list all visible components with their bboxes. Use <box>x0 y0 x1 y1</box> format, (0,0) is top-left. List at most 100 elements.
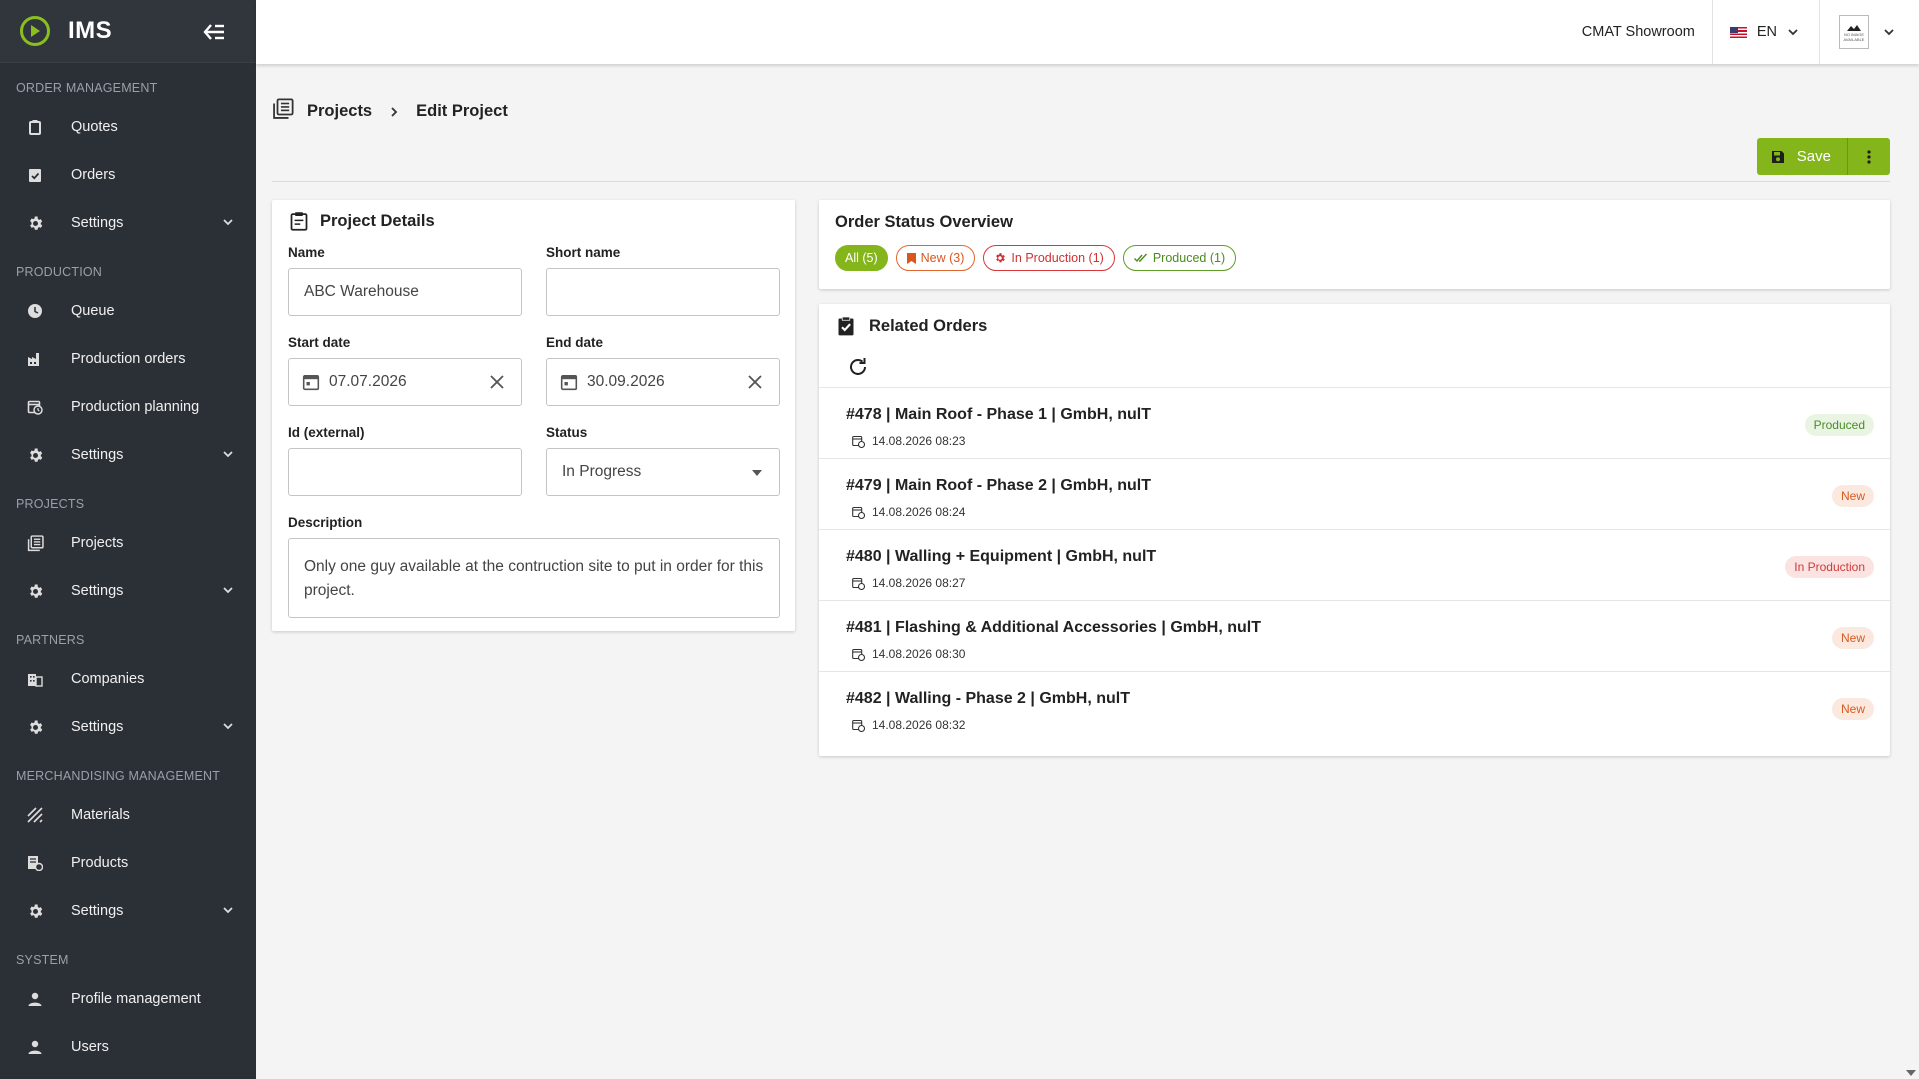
start-date-label: Start date <box>288 335 351 350</box>
sidebar-item-label: Production planning <box>71 399 200 415</box>
nav-section-system: SYSTEM <box>16 953 69 967</box>
calendar-sync-icon <box>852 435 865 448</box>
sidebar-item-production-orders[interactable]: Production orders <box>0 335 256 383</box>
bookmark-icon <box>906 252 916 264</box>
sidebar-item-label: Production orders <box>71 351 186 367</box>
nav-section-order-management: ORDER MANAGEMENT <box>16 81 158 95</box>
order-title: #480 | Walling + Equipment | GmbH, nulT <box>846 548 1157 565</box>
end-date-field[interactable]: 30.09.2026 <box>546 358 780 406</box>
filter-chip-new[interactable]: New (3) <box>895 245 976 271</box>
sidebar-item-settings-merchandising[interactable]: Settings <box>0 887 256 935</box>
clipboard-text-icon <box>290 212 308 231</box>
sidebar-item-label: Quotes <box>71 119 118 135</box>
floppy-disk-icon <box>1771 150 1784 163</box>
avatar: NO IMAGE AVAILABLE <box>1839 15 1869 49</box>
status-select[interactable]: In Progress <box>546 448 780 496</box>
sidebar-item-settings-partners[interactable]: Settings <box>0 703 256 751</box>
clear-start-date-icon[interactable] <box>489 374 505 390</box>
refresh-icon <box>850 358 866 375</box>
sidebar-item-label: Settings <box>71 903 124 919</box>
order-date-value: 14.08.2026 08:23 <box>872 434 966 448</box>
save-button[interactable]: Save <box>1756 138 1847 175</box>
sidebar-item-users[interactable]: Users <box>0 1023 256 1071</box>
status-badge: New <box>1831 485 1874 507</box>
nav-section-production: PRODUCTION <box>16 265 103 279</box>
calendar-sync-icon <box>852 506 865 519</box>
gear-icon <box>26 446 44 464</box>
sidebar-item-settings-projects[interactable]: Settings <box>0 567 256 615</box>
sidebar-item-materials[interactable]: Materials <box>0 791 256 839</box>
short-name-field[interactable] <box>546 268 780 316</box>
clear-end-date-icon[interactable] <box>747 374 763 390</box>
dropdown-arrow-icon <box>752 470 762 476</box>
order-date: 14.08.2026 08:27 <box>852 576 965 590</box>
name-label: Name <box>288 245 325 260</box>
user-menu[interactable]: NO IMAGE AVAILABLE <box>1820 0 1919 64</box>
sidebar-item-label: Settings <box>71 447 124 463</box>
external-id-label: Id (external) <box>288 425 365 440</box>
sidebar-item-queue[interactable]: Queue <box>0 287 256 335</box>
order-status-overview-title: Order Status Overview <box>835 213 1013 231</box>
list-item[interactable]: #479 | Main Roof - Phase 2 | GmbH, nulT … <box>819 458 1890 529</box>
calendar-icon <box>560 373 578 391</box>
chip-label: Produced (1) <box>1152 251 1226 265</box>
language-label: EN <box>1756 24 1777 40</box>
person-icon <box>26 990 44 1008</box>
sidebar-item-settings-production[interactable]: Settings <box>0 431 256 479</box>
refresh-button[interactable] <box>847 356 869 383</box>
gear-icon <box>26 582 44 600</box>
project-details-title: Project Details <box>320 211 435 230</box>
order-status-overview-card: Order Status Overview All (5) New (3) In… <box>819 200 1890 289</box>
breadcrumb-projects-link[interactable]: Projects <box>307 102 372 121</box>
name-value: ABC Warehouse <box>304 283 419 300</box>
list-item[interactable]: #480 | Walling + Equipment | GmbH, nulT … <box>819 529 1890 600</box>
project-details-card: Project Details Name ABC Warehouse Short… <box>272 200 795 631</box>
chevron-right-icon <box>388 106 400 118</box>
app-logo-icon <box>20 16 50 46</box>
list-item[interactable]: #482 | Walling - Phase 2 | GmbH, nulT 14… <box>819 671 1890 742</box>
start-date-field[interactable]: 07.07.2026 <box>288 358 522 406</box>
sidebar-item-companies[interactable]: Companies <box>0 655 256 703</box>
nav-section-projects: PROJECTS <box>16 497 85 511</box>
nav-section-partners: PARTNERS <box>16 633 85 647</box>
description-value: Only one guy available at the contructio… <box>304 558 764 599</box>
calendar-sync-icon <box>852 648 865 661</box>
filter-chip-all[interactable]: All (5) <box>835 245 888 271</box>
list-item[interactable]: #481 | Flashing & Additional Accessories… <box>819 600 1890 671</box>
collapse-arrow-icon <box>203 24 224 40</box>
sidebar-item-label: Settings <box>71 215 124 231</box>
list-item[interactable]: #478 | Main Roof - Phase 1 | GmbH, nulT … <box>819 387 1890 458</box>
sidebar-item-projects[interactable]: Projects <box>0 519 256 567</box>
save-button-label: Save <box>1796 148 1831 165</box>
description-textarea[interactable]: Only one guy available at the contructio… <box>288 538 780 618</box>
image-placeholder-icon <box>1847 25 1861 31</box>
order-title: #479 | Main Roof - Phase 2 | GmbH, nulT <box>846 477 1152 494</box>
status-label: Status <box>546 425 588 440</box>
sidebar-item-settings-orders[interactable]: Settings <box>0 199 256 247</box>
gear-icon <box>26 214 44 232</box>
sidebar-item-products[interactable]: Products <box>0 839 256 887</box>
description-label: Description <box>288 515 363 530</box>
person-icon <box>26 1038 44 1056</box>
gear-icon <box>26 718 44 736</box>
chip-label: All (5) <box>845 251 878 265</box>
status-badge: New <box>1831 698 1874 720</box>
sidebar-item-production-planning[interactable]: Production planning <box>0 383 256 431</box>
external-id-field[interactable] <box>288 448 522 496</box>
sidebar-item-orders[interactable]: Orders <box>0 151 256 199</box>
chevron-down-icon <box>223 219 233 226</box>
name-field[interactable]: ABC Warehouse <box>288 268 522 316</box>
filter-chip-produced[interactable]: Produced (1) <box>1122 245 1237 271</box>
filter-chip-in-production[interactable]: In Production (1) <box>983 245 1115 271</box>
building-icon <box>26 670 44 688</box>
chevron-down-icon <box>1884 29 1894 36</box>
language-selector[interactable]: EN <box>1713 0 1820 64</box>
status-badge: New <box>1831 627 1874 649</box>
more-actions-button[interactable] <box>1847 138 1890 175</box>
collapse-sidebar-button[interactable] <box>200 20 228 44</box>
sidebar-item-profile-management[interactable]: Profile management <box>0 975 256 1023</box>
scroll-down-arrow-icon[interactable] <box>1905 1069 1917 1077</box>
sidebar-item-label: Projects <box>71 535 124 551</box>
sidebar-item-quotes[interactable]: Quotes <box>0 103 256 151</box>
related-orders-list: #478 | Main Roof - Phase 1 | GmbH, nulT … <box>819 387 1890 742</box>
